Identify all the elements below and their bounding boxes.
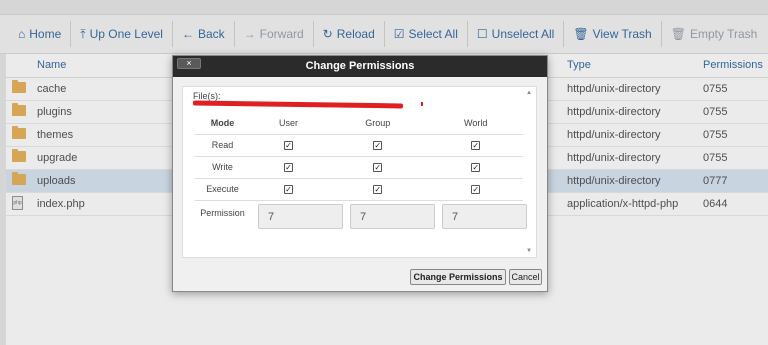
permissions-table: Mode User Group World Read ✓ ✓ ✓ Write ✓… — [195, 112, 523, 201]
execute-group-checkbox[interactable]: ✓ — [373, 185, 383, 194]
world-permission-value: 7 — [442, 204, 527, 229]
scroll-up-icon[interactable]: ▲ — [526, 90, 532, 96]
read-user-checkbox[interactable]: ✓ — [284, 141, 294, 150]
redaction-mark — [421, 102, 423, 106]
change-permissions-button[interactable]: Change Permissions — [410, 269, 506, 285]
dialog-body: File(s): ▲ ▼ Mode User Group World Read … — [182, 86, 537, 258]
mode-header: Mode — [195, 112, 250, 135]
write-user-checkbox[interactable]: ✓ — [284, 163, 294, 172]
cancel-button[interactable]: Cancel — [509, 269, 542, 285]
execute-user-checkbox[interactable]: ✓ — [284, 185, 294, 194]
dialog-titlebar: Change Permissions — [173, 56, 547, 77]
write-world-checkbox[interactable]: ✓ — [471, 163, 481, 172]
mode-label-execute: Execute — [195, 178, 250, 201]
world-header: World — [428, 112, 523, 135]
mode-label-read: Read — [195, 134, 250, 157]
permission-label: Permission — [200, 208, 245, 218]
mode-label-write: Write — [195, 156, 250, 179]
scroll-down-icon[interactable]: ▼ — [526, 248, 532, 254]
close-icon: × — [186, 58, 192, 68]
read-world-checkbox[interactable]: ✓ — [471, 141, 481, 150]
execute-world-checkbox[interactable]: ✓ — [471, 185, 481, 194]
redaction-mark — [192, 100, 404, 109]
write-group-checkbox[interactable]: ✓ — [373, 163, 383, 172]
dialog-title: Change Permissions — [305, 60, 415, 72]
user-header: User — [250, 112, 328, 135]
close-button[interactable]: × — [177, 58, 201, 69]
dialog-buttons: Change Permissions Cancel — [173, 266, 547, 291]
files-label: File(s): — [193, 91, 221, 101]
permission-values-row: Permission 7 7 7 — [195, 204, 530, 234]
group-header: Group — [327, 112, 429, 135]
read-group-checkbox[interactable]: ✓ — [373, 141, 383, 150]
change-permissions-dialog: Change Permissions × File(s): ▲ ▼ Mode U… — [172, 55, 548, 292]
user-permission-value: 7 — [258, 204, 343, 229]
group-permission-value: 7 — [350, 204, 435, 229]
